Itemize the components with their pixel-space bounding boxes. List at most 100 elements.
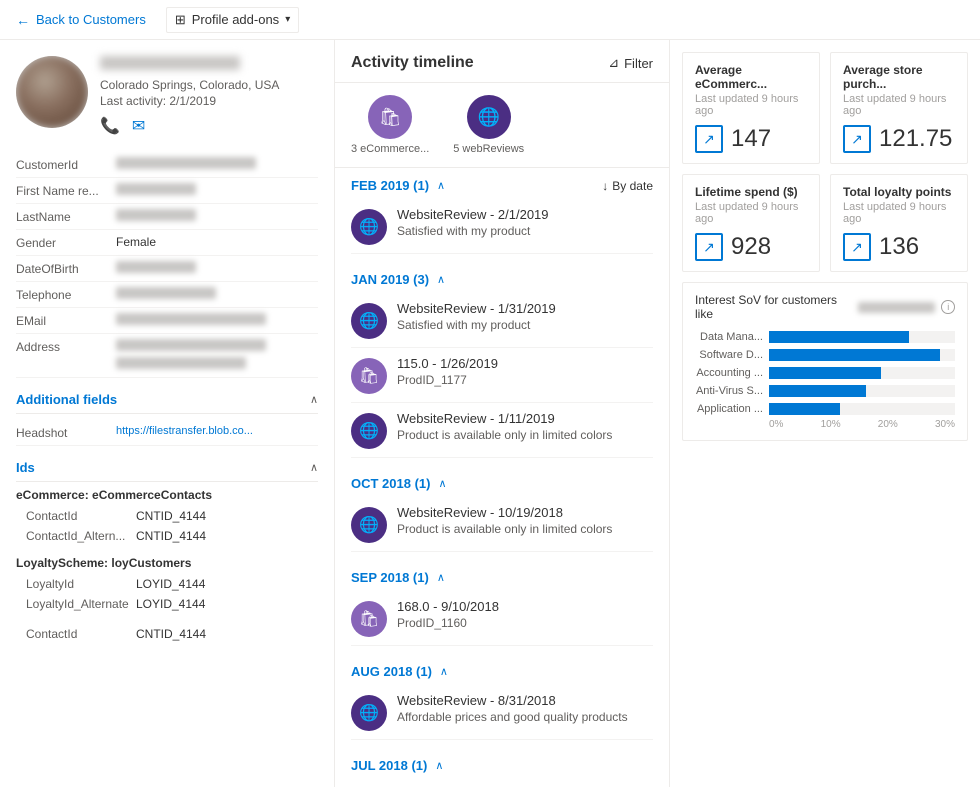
timeline-group-header-jul2018[interactable]: JUL 2018 (1) ∧: [351, 748, 653, 779]
profile-addons-label: Profile add-ons: [192, 12, 279, 27]
profile-info: Colorado Springs, Colorado, USA Last act…: [100, 56, 318, 136]
timeline-group-header-jan2019[interactable]: JAN 2019 (3) ∧: [351, 262, 653, 293]
timeline-item: 🌐 WebsiteReview - 1/31/2019 Satisfied wi…: [351, 293, 653, 348]
additional-fields-section: Headshot https://filestransfer.blob.co..…: [16, 420, 318, 446]
timeline-group-header-feb2019[interactable]: FEB 2019 (1) ∧ ↓ By date: [351, 168, 653, 199]
timeline-item-title: WebsiteReview - 1/31/2019: [397, 301, 653, 316]
timeline-icon-globe-jan1: 🌐: [351, 303, 387, 339]
field-label-firstname: First Name re...: [16, 183, 116, 198]
ids-group-loyalty: LoyaltyScheme: loyCustomers LoyaltyId LO…: [16, 556, 318, 614]
profile-addons-button[interactable]: ⊞ Profile add-ons ▾: [166, 7, 299, 33]
profile-header: Colorado Springs, Colorado, USA Last act…: [16, 56, 318, 136]
field-label-headshot: Headshot: [16, 425, 116, 440]
field-row-lastname: LastName: [16, 204, 318, 230]
metric-value-row-loyalty: ↗ 136: [843, 233, 955, 261]
metric-card-loyalty: Total loyalty points Last updated 9 hour…: [830, 174, 968, 272]
metric-value-loyalty: 136: [879, 233, 919, 261]
back-label: Back to Customers: [36, 12, 146, 27]
sort-button[interactable]: ↓ By date: [602, 179, 653, 193]
activity-icon-webreviews: 🌐 5 webReviews: [453, 95, 524, 155]
chart-title-text: Interest SoV for customers like: [695, 293, 852, 321]
metric-value-avg-store: 121.75: [879, 125, 952, 153]
metric-card-avg-ecommerce: Average eCommerc... Last updated 9 hours…: [682, 52, 820, 164]
metric-label-avg-ecommerce: Average eCommerc...: [695, 63, 807, 91]
timeline-item-content: WebsiteReview - 1/31/2019 Satisfied with…: [397, 301, 653, 339]
timeline-group-feb2019: FEB 2019 (1) ∧ ↓ By date 🌐 WebsiteReview…: [351, 168, 653, 254]
timeline-item-title: WebsiteReview - 1/11/2019: [397, 411, 653, 426]
ids-section-content: eCommerce: eCommerceContacts ContactId C…: [16, 488, 318, 644]
timeline-item-desc: Affordable prices and good quality produ…: [397, 710, 653, 724]
metric-value-row-avg-ecommerce: ↗ 147: [695, 125, 807, 153]
profile-addons-icon: ⊞: [175, 12, 186, 28]
chart-card: Interest SoV for customers like i Data M…: [682, 282, 968, 441]
timeline-item-title: 115.0 - 1/26/2019: [397, 356, 653, 371]
bar-fill-accounting: [769, 367, 881, 379]
filter-label: Filter: [624, 56, 653, 71]
activity-icons: 🛍 3 eCommerce... 🌐 5 webReviews: [335, 83, 669, 168]
back-arrow-icon: ←: [16, 12, 30, 28]
activity-header: Activity timeline ⊿ Filter: [335, 40, 669, 83]
timeline-item-desc: ProdID_1160: [397, 616, 653, 630]
timeline-item-title: WebsiteReview - 10/19/2018: [397, 505, 653, 520]
email-icon[interactable]: ✉: [132, 116, 145, 136]
field-row-dob: DateOfBirth: [16, 256, 318, 282]
aug2018-chevron: ∧: [440, 665, 448, 678]
metric-value-lifetime: 928: [731, 233, 771, 261]
ids-section-header[interactable]: Ids ∧: [16, 450, 318, 482]
chart-x-label-10: 10%: [821, 419, 841, 430]
sort-down-icon: ↓: [602, 179, 608, 193]
metric-cards-row-2: Lifetime spend ($) Last updated 9 hours …: [682, 174, 968, 272]
filter-button[interactable]: ⊿ Filter: [608, 55, 653, 71]
sep2018-chevron: ∧: [437, 571, 445, 584]
ids-field-loyaltyid-alt: LoyaltyId_Alternate LOYID_4144: [16, 594, 318, 614]
metric-label-lifetime: Lifetime spend ($): [695, 185, 807, 199]
timeline-group-header-oct2018[interactable]: OCT 2018 (1) ∧: [351, 466, 653, 497]
jan2019-chevron: ∧: [437, 273, 445, 286]
field-row-email: EMail: [16, 308, 318, 334]
metric-updated-avg-ecommerce: Last updated 9 hours ago: [695, 93, 807, 117]
ids-field-contactid-alt: ContactId_Altern... CNTID_4144: [16, 526, 318, 546]
timeline-group-oct2018: OCT 2018 (1) ∧ 🌐 WebsiteReview - 10/19/2…: [351, 466, 653, 552]
name-blur: [100, 56, 240, 70]
left-panel: Colorado Springs, Colorado, USA Last act…: [0, 40, 335, 787]
profile-location: Colorado Springs, Colorado, USA: [100, 78, 318, 92]
timeline-icon-globe-aug: 🌐: [351, 695, 387, 731]
timeline-group-header-sep2018[interactable]: SEP 2018 (1) ∧: [351, 560, 653, 591]
timeline-icon-bag-jan: 🛍: [351, 358, 387, 394]
timeline-group-header-aug2018[interactable]: AUG 2018 (1) ∧: [351, 654, 653, 685]
ids-field-loyaltyid: LoyaltyId LOYID_4144: [16, 574, 318, 594]
field-row-address: Address: [16, 334, 318, 378]
metric-trend-icon-lifetime: ↗: [695, 233, 723, 261]
timeline-item: 🌐 WebsiteReview - 1/11/2019 Product is a…: [351, 403, 653, 458]
ecommerce-circle: 🛍: [368, 95, 412, 139]
ids-section-chevron: ∧: [310, 461, 318, 474]
field-row-headshot: Headshot https://filestransfer.blob.co..…: [16, 420, 318, 446]
timeline-item-content: WebsiteReview - 8/31/2018 Affordable pri…: [397, 693, 653, 731]
ids-value-loyaltyid: LOYID_4144: [136, 577, 205, 591]
bar-fill-datamana: [769, 331, 909, 343]
chart-title-blur: [858, 302, 935, 313]
bar-label-accounting: Accounting ...: [695, 367, 763, 379]
timeline-item: 🌐 WebsiteReview - 2/1/2019 Satisfied wit…: [351, 199, 653, 254]
timeline-item-content: WebsiteReview - 10/19/2018 Product is av…: [397, 505, 653, 543]
timeline-group-jan2019: JAN 2019 (3) ∧ 🌐 WebsiteReview - 1/31/20…: [351, 262, 653, 458]
additional-fields-title: Additional fields: [16, 392, 117, 407]
ids-value-contactid: CNTID_4144: [136, 509, 206, 523]
timeline-content: FEB 2019 (1) ∧ ↓ By date 🌐 WebsiteReview…: [335, 168, 669, 787]
info-icon[interactable]: i: [941, 300, 955, 314]
field-label-lastname: LastName: [16, 209, 116, 224]
phone-icon[interactable]: 📞: [100, 116, 120, 136]
ids-value-contactid-alt: CNTID_4144: [136, 529, 206, 543]
bar-chart: Data Mana... Software D... Accounting ..…: [695, 331, 955, 415]
chevron-down-icon: ▾: [285, 14, 290, 25]
additional-fields-header[interactable]: Additional fields ∧: [16, 382, 318, 414]
back-link[interactable]: ← Back to Customers: [16, 12, 146, 28]
field-row-customerid: CustomerId: [16, 152, 318, 178]
field-label-telephone: Telephone: [16, 287, 116, 302]
bar-label-application: Application ...: [695, 403, 763, 415]
timeline-icon-globe-jan3: 🌐: [351, 413, 387, 449]
bar-container-antivirus: [769, 385, 955, 397]
timeline-icon-globe: 🌐: [351, 209, 387, 245]
field-label-customerid: CustomerId: [16, 157, 116, 172]
field-label-gender: Gender: [16, 235, 116, 250]
